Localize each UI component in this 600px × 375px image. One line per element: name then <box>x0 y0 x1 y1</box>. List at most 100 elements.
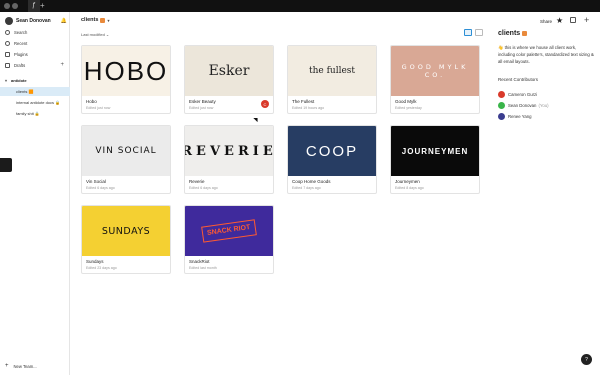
contributor-item[interactable]: Cameron Gurzi <box>498 90 537 98</box>
file-edited-time: Edited just now <box>86 106 111 110</box>
thumbnail-logo: HOBO <box>83 55 169 86</box>
wave-emoji-icon: 👋 <box>498 45 504 50</box>
help-button[interactable]: ? <box>581 354 592 365</box>
file-edited-time: Edited 6 days ago <box>86 186 115 190</box>
user-menu[interactable]: Sean Donovan 🔔 <box>5 16 67 26</box>
contributor-item[interactable]: Sean Donovan (You) <box>498 101 549 109</box>
file-title: Esker Beauty <box>189 99 216 104</box>
file-thumbnail: GOOD MYLK CO. <box>391 46 479 96</box>
clock-icon <box>5 40 10 46</box>
file-edited-time: Edited just now <box>189 106 214 110</box>
window-minimize-icon[interactable] <box>12 3 18 9</box>
sort-dropdown[interactable]: Last modified ⌄ <box>81 32 109 37</box>
new-team-button[interactable]: + New Team... <box>5 363 37 369</box>
contributor-name: Cameron Gurzi <box>508 91 538 97</box>
file-card[interactable]: Esker Esker Beauty Edited just now C <box>184 45 274 114</box>
team-name: antidote <box>11 78 27 83</box>
user-name: Sean Donovan <box>16 18 51 24</box>
collaborator-avatar: C <box>261 100 269 108</box>
search-icon <box>5 29 10 35</box>
sidebar-project-internal-docs[interactable]: internal antidote docs 🔒 <box>0 98 70 107</box>
file-thumbnail: VIN SOCIAL <box>82 126 170 176</box>
sidebar-item-label: Plugins <box>14 51 28 57</box>
add-draft-button[interactable]: + <box>60 62 64 68</box>
sidebar-item-drafts[interactable]: Drafts + <box>0 60 70 70</box>
sidebar-item-label: Search <box>14 29 28 35</box>
sidebar-item-plugins[interactable]: Plugins <box>0 49 70 59</box>
file-thumbnail: SUNDAYS <box>82 206 170 256</box>
file-card[interactable]: COOP Coop Home Goods Edited 7 days ago <box>287 125 377 194</box>
file-card[interactable]: VIN SOCIAL Vin Social Edited 6 days ago <box>81 125 171 194</box>
file-card[interactable]: HOBO Hobo Edited just now <box>81 45 171 114</box>
file-title: Journeymen <box>395 179 420 184</box>
file-title: The Fullest <box>292 99 315 104</box>
title-bar: ƒ + <box>0 0 600 12</box>
sort-label: Last modified <box>81 32 105 37</box>
page-title[interactable]: clients ▾ <box>81 17 109 23</box>
file-card[interactable]: the fullest The Fullest Edited 19 hours ag… <box>287 45 377 114</box>
sidebar-item-search[interactable]: Search <box>0 27 70 37</box>
file-thumbnail: JOURNEYMEN <box>391 126 479 176</box>
file-card[interactable]: SUNDAYS Sundays Edited 23 days ago <box>81 205 171 274</box>
sidebar-project-family[interactable]: family shit 🔒 <box>0 109 70 118</box>
contributors-heading: Recent Contributors <box>498 77 539 82</box>
you-tag: (You) <box>538 102 549 108</box>
panel-drag-handle[interactable] <box>0 158 12 172</box>
file-edited-time: Edited 8 days ago <box>395 186 424 190</box>
file-edited-time: Edited last month <box>189 266 217 270</box>
avatar <box>498 112 505 120</box>
avatar <box>498 101 505 109</box>
new-tab-button[interactable]: + <box>40 0 45 12</box>
sidebar-project-clients[interactable]: clients 🟧 <box>0 87 70 96</box>
right-panel: Share ★ + clients 👋 this is where we hou… <box>490 12 600 375</box>
file-icon <box>5 62 10 68</box>
project-description: 👋 this is where we house all client work… <box>498 44 594 65</box>
window-close-icon[interactable] <box>4 3 10 9</box>
plus-icon: + <box>5 363 9 369</box>
file-thumbnail: the fullest <box>288 46 376 96</box>
thumbnail-logo: COOP <box>305 142 359 160</box>
share-button[interactable]: Share <box>540 19 552 24</box>
view-toggle <box>464 29 483 36</box>
contributor-name: Sean Donovan <box>508 102 537 108</box>
thumbnail-logo: Esker <box>208 63 250 79</box>
folder-emoji-icon <box>522 31 528 36</box>
sidebar-item-label: Drafts <box>14 62 26 68</box>
add-icon[interactable]: + <box>584 15 589 25</box>
sidebar-item-label: Recent <box>14 40 28 46</box>
avatar <box>5 17 13 25</box>
file-edited-time: Edited 23 days ago <box>86 266 117 270</box>
list-view-icon[interactable] <box>475 29 483 36</box>
file-thumbnail: REVERIE <box>185 126 273 176</box>
mouse-cursor-icon <box>253 115 260 123</box>
thumbnail-logo: JOURNEYMEN <box>401 146 469 156</box>
file-card[interactable]: SNACK RIOT SnackRiot Edited last month <box>184 205 274 274</box>
thumbnail-logo: the fullest <box>308 66 356 76</box>
plugin-icon <box>5 51 10 57</box>
project-label: family shit 🔒 <box>16 111 40 116</box>
file-card[interactable]: GOOD MYLK CO. Good Mylk Edited yesterday <box>390 45 480 114</box>
project-title: clients <box>498 30 528 37</box>
file-title: Reverie <box>189 179 205 184</box>
description-text: this is where we house all client work, … <box>498 45 594 64</box>
bell-icon[interactable]: 🔔 <box>61 18 67 24</box>
team-header[interactable]: ▾ antidote <box>0 76 70 85</box>
star-icon[interactable]: ★ <box>556 16 563 25</box>
file-thumbnail: SNACK RIOT <box>185 206 273 256</box>
sidebar-item-recent[interactable]: Recent <box>0 38 70 48</box>
contributor-item[interactable]: Renee Yang <box>498 112 532 120</box>
chevron-down-icon: ⌄ <box>105 32 110 37</box>
project-label: clients 🟧 <box>16 89 34 94</box>
folder-emoji-icon <box>100 17 106 23</box>
file-edited-time: Edited 7 days ago <box>292 186 321 190</box>
edit-icon[interactable] <box>570 17 576 23</box>
grid-view-icon[interactable] <box>464 29 472 36</box>
file-edited-time: Edited 19 hours ago <box>292 106 325 110</box>
file-card[interactable]: REVERIE Reverie Edited 6 days ago <box>184 125 274 194</box>
thumbnail-logo: REVERIE <box>185 143 273 159</box>
contributor-name: Renee Yang <box>508 113 532 119</box>
page-title-text: clients <box>81 17 99 23</box>
main-content: clients ▾ Last modified ⌄ HOBO Hobo Edited… <box>70 12 490 375</box>
figma-icon[interactable]: ƒ <box>28 0 40 12</box>
file-card[interactable]: JOURNEYMEN Journeymen Edited 8 days ago <box>390 125 480 194</box>
